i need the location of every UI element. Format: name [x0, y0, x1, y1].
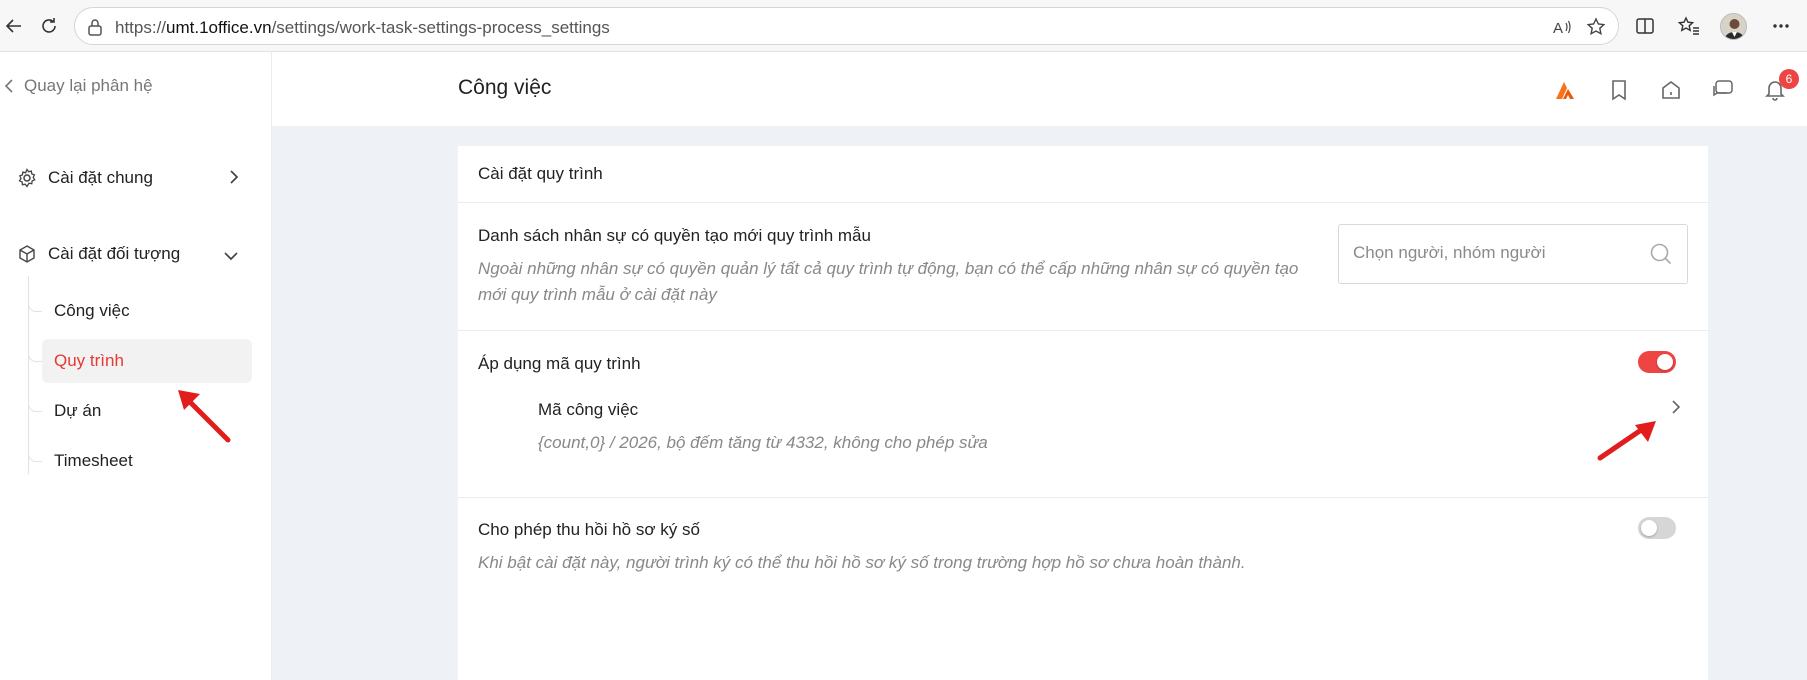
cube-icon [16, 243, 38, 265]
favorite-star-icon[interactable] [1585, 16, 1607, 38]
chevron-down-icon [222, 247, 240, 267]
tree-branch [28, 300, 42, 312]
url-text[interactable]: https://umt.1office.vn/settings/work-tas… [115, 18, 610, 38]
task-code-label[interactable]: Mã công việc [538, 400, 638, 420]
url-prefix: https:// [115, 18, 167, 37]
search-icon[interactable] [1649, 242, 1673, 271]
settings-sidebar: Quay lại phân hệ Cài đặt chung Cài đặt đ… [0, 52, 272, 680]
search-input[interactable] [1353, 243, 1643, 263]
app-header: Công việc 6 [272, 52, 1807, 126]
sidebar-group-object-settings[interactable]: Cài đặt đối tượng [16, 237, 252, 271]
tree-branch [28, 450, 42, 462]
task-code-description: {count,0} / 2026, bộ đếm tăng từ 4332, k… [538, 433, 988, 452]
favorites-list-icon[interactable] [1676, 13, 1702, 39]
svg-text:A: A [1553, 20, 1563, 36]
setting-template-creators-label: Danh sách nhân sự có quyền tạo mới quy t… [478, 226, 871, 245]
browser-toolbar: https://umt.1office.vn/settings/work-tas… [0, 0, 1807, 52]
sidebar-group-general-settings[interactable]: Cài đặt chung [16, 161, 252, 195]
toggle-knob [1641, 520, 1657, 536]
notification-badge: 6 [1779, 69, 1799, 89]
chevron-right-icon [228, 168, 240, 191]
back-arrow-icon[interactable] [0, 12, 28, 40]
revoke-signed-docs-toggle[interactable] [1638, 517, 1676, 539]
back-label: Quay lại phân hệ [24, 76, 153, 95]
chat-icon[interactable] [1709, 76, 1737, 104]
setting-apply-process-code-label: Áp dụng mã quy trình [478, 354, 641, 373]
page-title: Công việc [458, 76, 552, 99]
divider [458, 330, 1708, 331]
annotation-arrow [178, 390, 231, 443]
more-icon[interactable] [1768, 13, 1794, 39]
description-line: Ngoài những nhân sự có quyền quản lý tất… [478, 259, 1299, 278]
brand-logo-icon[interactable] [1552, 76, 1580, 104]
card-title: Cài đặt quy trình [478, 164, 603, 183]
tree-branch [28, 350, 42, 362]
setting-template-creators-description: Ngoài những nhân sự có quyền quản lý tất… [478, 256, 1318, 308]
toggle-knob [1657, 354, 1673, 370]
group-label: Cài đặt chung [48, 168, 153, 187]
sidebar-item-cong-viec[interactable]: Công việc [42, 289, 252, 333]
back-to-module-link[interactable]: Quay lại phân hệ [4, 76, 153, 96]
address-bar[interactable]: https://umt.1office.vn/settings/work-tas… [74, 7, 1619, 45]
home-icon[interactable] [1657, 76, 1685, 104]
url-domain: umt.1office.vn [166, 18, 272, 37]
people-picker[interactable] [1338, 224, 1688, 284]
description-line: mới quy trình mẫu ở cài đặt này [478, 285, 717, 304]
tree-branch [28, 400, 42, 412]
profile-avatar[interactable] [1720, 13, 1747, 40]
group-label: Cài đặt đối tượng [48, 244, 181, 263]
chevron-right-icon[interactable] [1670, 398, 1682, 421]
lock-icon[interactable] [87, 18, 103, 41]
annotation-arrow [1597, 421, 1656, 461]
divider [458, 202, 1708, 203]
refresh-icon[interactable] [35, 12, 63, 40]
chevron-left-icon [4, 79, 13, 93]
process-settings-card: Cài đặt quy trình Danh sách nhân sự có q… [458, 146, 1708, 680]
sidebar-item-quy-trinh[interactable]: Quy trình [42, 339, 252, 383]
split-screen-icon[interactable] [1632, 13, 1658, 39]
gear-icon [16, 167, 38, 189]
setting-revoke-signed-docs-description: Khi bật cài đặt này, người trình ký có t… [478, 553, 1246, 572]
read-aloud-icon[interactable]: A [1551, 16, 1573, 38]
divider [458, 497, 1708, 498]
apply-process-code-toggle[interactable] [1638, 351, 1676, 373]
bookmark-icon[interactable] [1605, 76, 1633, 104]
url-path: /settings/work-task-settings-process_set… [271, 18, 610, 37]
setting-revoke-signed-docs-label: Cho phép thu hồi hồ sơ ký số [478, 520, 700, 539]
